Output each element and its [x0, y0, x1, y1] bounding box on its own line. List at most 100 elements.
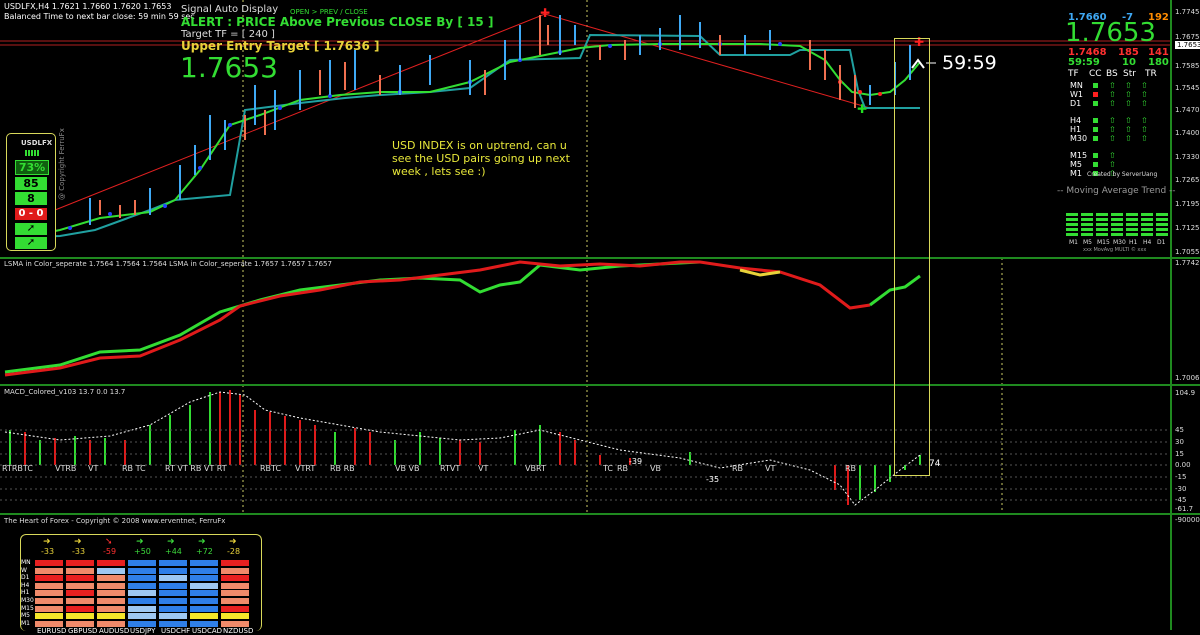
heart-cell	[97, 598, 125, 604]
heart-cell	[128, 605, 156, 612]
macd-label: MACD_Colored_v103 13.7 0.0 13.7	[4, 388, 126, 396]
heart-delta: -59	[103, 547, 117, 556]
heart-cell	[66, 582, 94, 589]
mtf-row: M5	[1070, 160, 1082, 169]
heart-cell	[97, 620, 125, 627]
heart-cell	[221, 590, 249, 597]
heart-cell	[97, 613, 125, 620]
svg-text:⇧: ⇧	[1141, 99, 1148, 108]
heart-row-label: M5	[21, 612, 30, 620]
heart-cell	[159, 560, 187, 566]
mtf-row: MN	[1070, 81, 1083, 90]
heart-cell	[190, 613, 218, 620]
heart-delta: +72	[196, 547, 213, 556]
heart-delta-arrow-icon: ➘	[105, 537, 113, 547]
heart-delta-arrow-icon: ➜	[167, 537, 175, 547]
svg-text:⇧: ⇧	[1109, 151, 1116, 160]
svg-text:⇧: ⇧	[1125, 116, 1132, 125]
heart-row-label: D1	[21, 574, 30, 582]
signal-price: 1.7653	[180, 51, 278, 84]
signal-alert: ALERT : PRICE Above Previous CLOSE By [ …	[181, 15, 494, 29]
heart-delta: +44	[165, 547, 182, 556]
svg-text:⇧: ⇧	[1125, 81, 1132, 90]
svg-text:⇧: ⇧	[1109, 81, 1116, 90]
trend-line	[9, 13, 871, 229]
heart-delta-arrow-icon: ➜	[229, 537, 237, 547]
widget-strength: 85	[15, 177, 47, 190]
heart-cell	[221, 620, 249, 627]
price-axis-border	[1170, 0, 1172, 630]
heart-cell	[159, 620, 187, 627]
macd-pattern-labels: RTRBTC VTRB VT RB TC RT VT RB VT RT RBTC…	[2, 464, 857, 473]
mtf-row: M15	[1070, 151, 1088, 160]
up-arrow-icon: ✚	[857, 102, 867, 116]
heart-cell	[66, 567, 94, 574]
macd-histogram	[9, 390, 921, 505]
widget-percent: 73%	[15, 160, 49, 175]
panel-separator	[0, 513, 1200, 515]
bar-timer-text: Balanced Time to next bar close: 59 min …	[4, 12, 195, 21]
heart-cell	[66, 620, 94, 627]
tr-big-price: 1.7653	[1065, 18, 1156, 48]
heart-row-label: M30	[21, 597, 34, 604]
heart-pair-label: GBPUSD	[68, 627, 98, 635]
heart-row-label: W	[21, 566, 27, 574]
heart-cell	[35, 620, 63, 627]
macd-value-tag: 74	[929, 459, 941, 469]
heart-cell	[66, 605, 94, 612]
heart-row-label: M15	[21, 604, 34, 612]
heart-delta: -28	[227, 547, 241, 556]
mtf-row: D1	[1070, 99, 1082, 108]
svg-text:⇧: ⇧	[1109, 90, 1116, 99]
current-price-tag: 1.7653	[1175, 41, 1200, 49]
heart-cell	[190, 605, 218, 612]
heart-cell	[159, 567, 187, 574]
heart-row-label: M1	[21, 619, 30, 627]
heart-of-forex-panel: ➜ -33 ➜ -33 ➘ -59 ➜ +50 ➜ +44 ➜ +72 ➜ -28 MN W D1 H4 H1 M3…	[20, 534, 262, 635]
heart-cell	[66, 598, 94, 604]
heart-delta-arrow-icon: ➜	[136, 537, 144, 547]
heart-cell	[35, 598, 63, 604]
tr-n2: 180	[1148, 57, 1169, 68]
heart-cell	[128, 575, 156, 582]
mtf-row: M1	[1070, 169, 1082, 178]
widget-range: 0 - 0	[15, 208, 47, 220]
heart-cell	[128, 590, 156, 597]
widget-signal-bars	[25, 150, 39, 156]
mtf-signal-grid: ⇧⇧⇧ ⇧⇧⇧ ⇧⇧⇧ ⇧⇧⇧ ⇧⇧⇧ ⇧⇧⇧ ⇧⇧⇧	[1093, 81, 1148, 178]
arrow-up-right-icon: ➚	[15, 223, 47, 235]
heart-cell	[221, 598, 249, 604]
heart-cell	[221, 567, 249, 574]
heart-cell	[221, 605, 249, 612]
svg-text:⇧: ⇧	[1109, 116, 1116, 125]
heart-cell	[35, 567, 63, 574]
ma-trend-bars	[1066, 213, 1168, 237]
heart-cell	[97, 567, 125, 574]
heart-cell	[221, 575, 249, 582]
heart-cell	[159, 613, 187, 620]
heart-cell	[221, 582, 249, 589]
heart-delta-arrow-icon: ➜	[43, 537, 51, 547]
heart-row-label: MN	[21, 559, 31, 566]
heart-row-label: H4	[21, 581, 30, 589]
heart-pair-label: EURUSD	[37, 627, 67, 635]
heart-cell	[66, 575, 94, 582]
heart-cell	[190, 567, 218, 574]
heart-cell	[97, 590, 125, 597]
svg-text:⇧: ⇧	[1125, 134, 1132, 143]
heart-cell	[159, 575, 187, 582]
tr-timer: 59:59	[1068, 57, 1100, 68]
heart-cell	[128, 598, 156, 604]
heart-cell	[97, 560, 125, 566]
mtf-row: H4	[1070, 116, 1082, 125]
svg-text:⇧: ⇧	[1109, 125, 1116, 134]
macd-signal-line	[4, 391, 921, 506]
svg-text:⇧: ⇧	[1125, 99, 1132, 108]
heart-cell	[128, 613, 156, 620]
lsma-line-green	[4, 260, 701, 374]
heart-cell	[190, 575, 218, 582]
heart-cell	[97, 575, 125, 582]
heart-pair-label: NZDUSD	[223, 627, 254, 635]
heart-cell	[66, 613, 94, 620]
created-by: Created by ServerUang	[1087, 171, 1158, 178]
